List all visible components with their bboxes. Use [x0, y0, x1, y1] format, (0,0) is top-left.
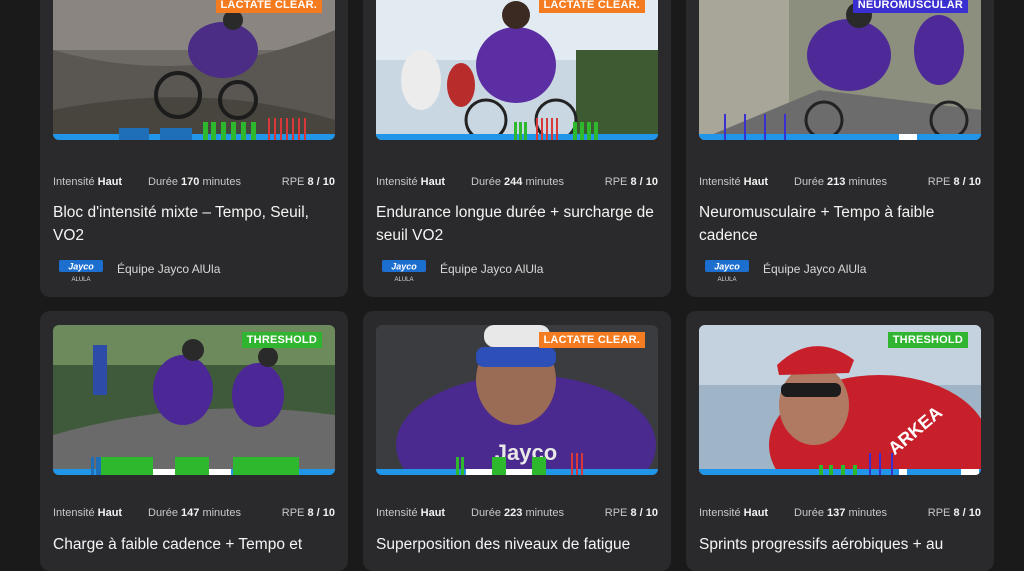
rpe-value: 8 / 10 [953, 176, 981, 188]
svg-text:ALULA: ALULA [394, 277, 413, 283]
svg-text:ALULA: ALULA [717, 277, 736, 283]
workout-meta: Intensité Haut Durée 223 minutes RPE 8 /… [376, 507, 658, 519]
team-info: Jayco ALULA Équipe Jayco AlUla [53, 258, 335, 284]
workout-profile-graph [53, 100, 335, 140]
intensity-value: Haut [420, 507, 446, 519]
rpe-label: RPE [604, 176, 628, 188]
duration-label: Durée [794, 176, 824, 188]
team-info: Jayco ALULA Équipe Jayco AlUla [376, 258, 658, 284]
duration-value: 213 [827, 176, 846, 188]
team-name: Équipe Jayco AlUla [763, 262, 867, 276]
workout-title[interactable]: Superposition des niveaux de fatigue [376, 533, 661, 556]
workout-meta: Intensité Haut Durée 244 minutes RPE 8 /… [376, 176, 658, 188]
intensity-value: Haut [97, 176, 123, 188]
workout-thumbnail[interactable]: NEUROMUSCULAR [699, 0, 981, 140]
intensity-label: Intensité [376, 507, 418, 519]
workout-title[interactable]: Neuromusculaire + Tempo à faible cadence [699, 201, 984, 247]
workout-type-badge: THRESHOLD [887, 332, 968, 348]
workout-title[interactable]: Endurance longue durée + surcharge de se… [376, 201, 661, 247]
workout-meta: Intensité Haut Durée 137 minutes RPE 8 /… [699, 507, 981, 519]
duration-unit: minutes [525, 176, 564, 188]
intensity-value: Haut [743, 176, 769, 188]
workout-thumbnail[interactable]: LACTATE CLEAR. [53, 0, 335, 140]
workout-card[interactable]: THRESHOLD Intensité Haut Durée 147 minut… [40, 311, 348, 571]
duration-unit: minutes [202, 507, 241, 519]
jayco-logo-icon: Jayco ALULA [705, 260, 749, 283]
team-name: Équipe Jayco AlUla [117, 262, 221, 276]
workout-meta: Intensité Haut Durée 147 minutes RPE 8 /… [53, 507, 335, 519]
workout-type-badge: NEUROMUSCULAR [852, 0, 968, 13]
intensity-label: Intensité [53, 176, 95, 188]
svg-text:ALULA: ALULA [71, 277, 90, 283]
team-name: Équipe Jayco AlUla [440, 262, 544, 276]
workout-thumbnail[interactable]: LACTATE CLEAR. [376, 0, 658, 140]
intensity-value: Haut [420, 176, 446, 188]
workout-card[interactable]: Jayco LACTATE CLEAR. Intensité Haut Duré… [363, 311, 671, 571]
workout-meta: Intensité Haut Durée 170 minutes RPE 8 /… [53, 176, 335, 188]
workout-type-badge: LACTATE CLEAR. [538, 332, 645, 348]
workout-profile-graph [53, 435, 335, 475]
workout-meta: Intensité Haut Durée 213 minutes RPE 8 /… [699, 176, 981, 188]
duration-label: Durée [148, 176, 178, 188]
workout-card[interactable]: ARKEA THRESHOLD Intensité Haut Durée 137… [686, 311, 994, 571]
rpe-label: RPE [927, 507, 951, 519]
workout-card[interactable]: LACTATE CLEAR. Intensité Haut Durée 244 … [363, 0, 671, 297]
duration-value: 223 [504, 507, 523, 519]
workout-thumbnail[interactable]: THRESHOLD [53, 325, 335, 475]
rpe-label: RPE [927, 176, 951, 188]
rpe-value: 8 / 10 [953, 507, 981, 519]
intensity-label: Intensité [699, 176, 741, 188]
workout-type-badge: THRESHOLD [241, 332, 322, 348]
duration-value: 170 [181, 176, 200, 188]
duration-label: Durée [148, 507, 178, 519]
duration-unit: minutes [848, 176, 887, 188]
rpe-value: 8 / 10 [307, 507, 335, 519]
workout-profile-graph [376, 435, 658, 475]
jayco-logo-icon: Jayco ALULA [59, 260, 103, 283]
intensity-label: Intensité [53, 507, 95, 519]
workout-profile-graph [699, 100, 981, 140]
svg-text:Jayco: Jayco [714, 262, 740, 272]
workout-profile-graph [376, 100, 658, 140]
rpe-label: RPE [281, 507, 305, 519]
rpe-label: RPE [604, 507, 628, 519]
duration-unit: minutes [525, 507, 564, 519]
workout-type-badge: LACTATE CLEAR. [215, 0, 322, 13]
workout-title[interactable]: Sprints progressifs aérobiques + au [699, 533, 984, 556]
rpe-value: 8 / 10 [307, 176, 335, 188]
workout-profile-graph [699, 435, 981, 475]
duration-label: Durée [794, 507, 824, 519]
team-info: Jayco ALULA Équipe Jayco AlUla [699, 258, 981, 284]
intensity-label: Intensité [699, 507, 741, 519]
duration-unit: minutes [202, 176, 241, 188]
duration-value: 147 [181, 507, 200, 519]
workout-type-badge: LACTATE CLEAR. [538, 0, 645, 13]
duration-value: 137 [827, 507, 846, 519]
workout-card[interactable]: LACTATE CLEAR. Intensité Haut Durée 170 … [40, 0, 348, 297]
svg-text:Jayco: Jayco [68, 262, 94, 272]
workout-title[interactable]: Charge à faible cadence + Tempo et [53, 533, 338, 556]
rpe-label: RPE [281, 176, 305, 188]
jayco-logo-icon: Jayco ALULA [382, 260, 426, 283]
rpe-value: 8 / 10 [630, 507, 658, 519]
workout-card[interactable]: NEUROMUSCULAR Intensité Haut Durée 213 m… [686, 0, 994, 297]
workout-title[interactable]: Bloc d'intensité mixte – Tempo, Seuil, V… [53, 201, 338, 247]
svg-text:Jayco: Jayco [391, 262, 417, 272]
workout-thumbnail[interactable]: ARKEA THRESHOLD [699, 325, 981, 475]
intensity-value: Haut [97, 507, 123, 519]
workout-thumbnail[interactable]: Jayco LACTATE CLEAR. [376, 325, 658, 475]
duration-value: 244 [504, 176, 523, 188]
duration-unit: minutes [848, 507, 887, 519]
duration-label: Durée [471, 176, 501, 188]
duration-label: Durée [471, 507, 501, 519]
intensity-label: Intensité [376, 176, 418, 188]
intensity-value: Haut [743, 507, 769, 519]
rpe-value: 8 / 10 [630, 176, 658, 188]
